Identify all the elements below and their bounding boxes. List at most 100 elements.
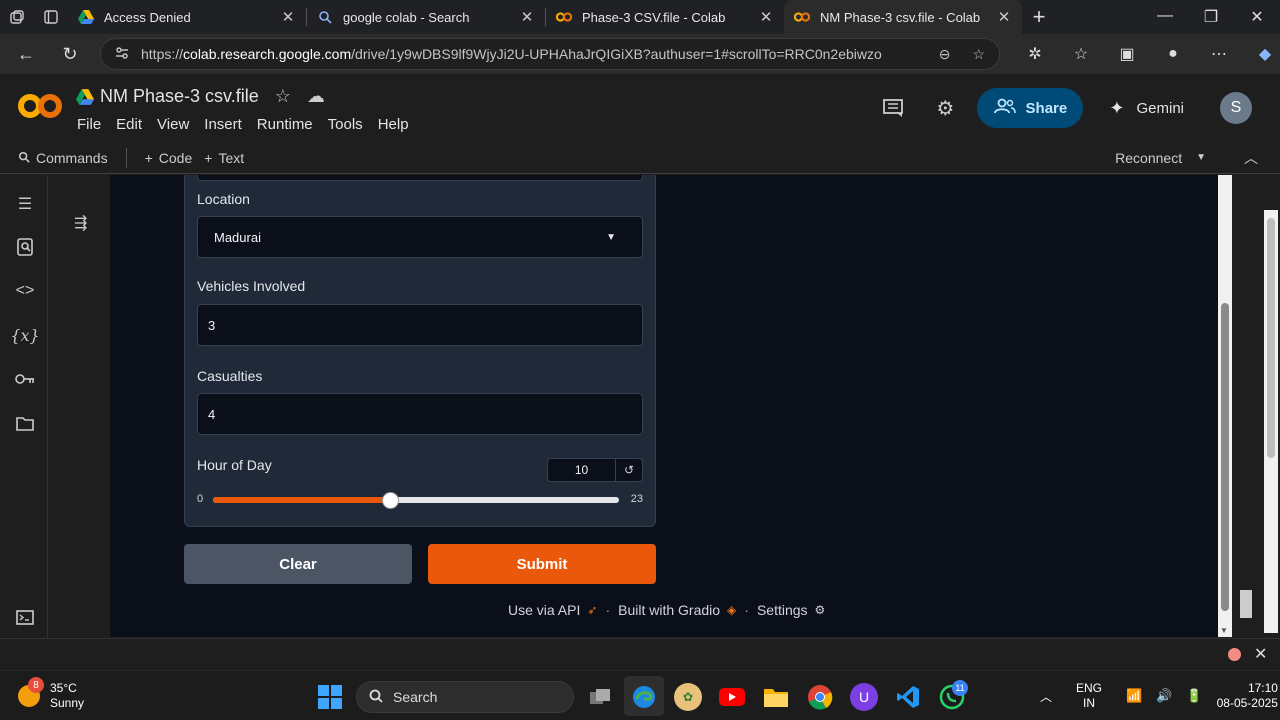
- scroll-down-arrow-icon[interactable]: ▼: [1220, 626, 1228, 635]
- more-menu-icon[interactable]: ⋯: [1196, 44, 1242, 64]
- settings-gear-icon[interactable]: ⚙: [925, 88, 965, 128]
- cloud-save-icon[interactable]: ☁: [307, 86, 325, 107]
- menu-file[interactable]: File: [77, 116, 101, 133]
- location-dropdown[interactable]: Madurai ▼: [197, 216, 643, 258]
- menu-insert[interactable]: Insert: [204, 116, 242, 133]
- use-via-api-link[interactable]: Use via API: [508, 602, 580, 618]
- task-view-icon[interactable]: [586, 683, 614, 711]
- browser-tab[interactable]: Access Denied ✕: [68, 0, 306, 34]
- workspaces-icon[interactable]: [0, 0, 34, 34]
- url-bar[interactable]: https://colab.research.google.com/drive/…: [100, 38, 1000, 70]
- share-label: Share: [1025, 99, 1068, 117]
- scrollbar-thumb[interactable]: [1221, 303, 1229, 611]
- close-window-icon[interactable]: ✕: [1234, 7, 1280, 27]
- add-text-button[interactable]: + Text: [204, 150, 244, 166]
- show-hidden-icons-chevron-icon[interactable]: ︿: [1040, 688, 1052, 705]
- comments-icon[interactable]: [873, 88, 913, 128]
- reload-button[interactable]: ↻: [52, 36, 88, 72]
- output-toggle-icon[interactable]: ⇶: [74, 213, 87, 233]
- browser-tab[interactable]: google colab - Search ✕: [307, 0, 545, 34]
- volume-icon[interactable]: 🔊: [1156, 688, 1172, 704]
- vehicles-input[interactable]: 3: [197, 304, 643, 346]
- close-tab-icon[interactable]: ✕: [758, 8, 774, 26]
- submit-button[interactable]: Submit: [428, 544, 656, 584]
- find-icon[interactable]: [14, 236, 36, 258]
- minimize-icon[interactable]: —: [1142, 7, 1188, 27]
- copilot-icon[interactable]: ◆: [1242, 44, 1280, 64]
- clear-button[interactable]: Clear: [184, 544, 412, 584]
- windows-start-icon[interactable]: [318, 685, 342, 709]
- restore-icon[interactable]: ❐: [1188, 7, 1234, 27]
- reset-icon[interactable]: ↺: [616, 459, 642, 481]
- vscode-icon[interactable]: [894, 683, 922, 711]
- scrollbar-thumb[interactable]: [1267, 218, 1275, 458]
- profile-icon[interactable]: ●: [1150, 45, 1196, 63]
- reader-mode-icon[interactable]: ⊖: [939, 46, 951, 63]
- tab-title: Access Denied: [104, 9, 191, 25]
- app-emblem-icon[interactable]: ✿: [674, 683, 702, 711]
- tab-actions-icon[interactable]: [34, 0, 68, 34]
- built-with-gradio-link[interactable]: Built with Gradio: [618, 602, 720, 618]
- browser-tab[interactable]: Phase-3 CSV.file - Colab ✕: [546, 0, 784, 34]
- language-indicator[interactable]: ENG IN: [1076, 681, 1102, 711]
- slider-handle[interactable]: [381, 492, 399, 509]
- chevron-up-icon[interactable]: ︿: [1244, 148, 1258, 168]
- folder-icon[interactable]: [14, 412, 36, 434]
- close-tab-icon[interactable]: ✕: [996, 8, 1012, 26]
- chrome-icon[interactable]: [806, 683, 834, 711]
- menu-view[interactable]: View: [157, 116, 189, 133]
- colab-logo[interactable]: [18, 89, 62, 123]
- youtube-icon[interactable]: [718, 683, 746, 711]
- browser-tab-active[interactable]: NM Phase-3 csv.file - Colab ✕: [784, 0, 1022, 34]
- add-code-button[interactable]: + Code: [145, 150, 193, 166]
- menu-edit[interactable]: Edit: [116, 116, 142, 133]
- search-icon: [369, 689, 383, 706]
- edge-browser-icon[interactable]: [630, 683, 658, 711]
- extensions-icon[interactable]: ✲: [1012, 44, 1058, 64]
- key-icon[interactable]: [14, 368, 36, 390]
- weather-widget[interactable]: 8 35°C Sunny: [18, 677, 84, 711]
- close-tab-icon[interactable]: ✕: [280, 8, 296, 26]
- star-icon[interactable]: ☆: [275, 86, 291, 107]
- battery-icon[interactable]: 🔋: [1186, 688, 1202, 704]
- code-snippets-icon[interactable]: <>: [14, 280, 36, 302]
- clock[interactable]: 17:10 08-05-2025: [1217, 681, 1278, 711]
- purple-app-icon[interactable]: U: [850, 683, 878, 711]
- menu-help[interactable]: Help: [378, 116, 409, 133]
- output-scrollbar[interactable]: ▼: [1218, 175, 1232, 637]
- commands-button[interactable]: Commands: [18, 150, 108, 166]
- share-button[interactable]: Share: [977, 88, 1084, 128]
- avatar[interactable]: S: [1220, 92, 1252, 124]
- gradio-logo-icon: ◈: [727, 603, 737, 617]
- menu-tools[interactable]: Tools: [328, 116, 363, 133]
- table-of-contents-icon[interactable]: ☰: [14, 193, 36, 215]
- site-info-icon[interactable]: [115, 46, 129, 63]
- settings-link[interactable]: Settings: [757, 602, 808, 618]
- favorite-star-icon[interactable]: ☆: [972, 46, 985, 63]
- wifi-icon[interactable]: 📶: [1126, 688, 1142, 704]
- terminal-icon[interactable]: [14, 606, 36, 628]
- taskbar-search[interactable]: Search: [356, 681, 574, 713]
- close-icon[interactable]: ✕: [1254, 644, 1267, 664]
- menu-runtime[interactable]: Runtime: [257, 116, 313, 133]
- slider-track[interactable]: [213, 492, 619, 509]
- hour-slider[interactable]: 0 23: [197, 492, 643, 509]
- chevron-down-icon[interactable]: ▼: [1196, 152, 1206, 163]
- variables-icon[interactable]: {x}: [10, 324, 39, 346]
- status-indicator-dot[interactable]: [1228, 648, 1241, 661]
- collections-icon[interactable]: ▣: [1104, 44, 1150, 64]
- reconnect-button[interactable]: Reconnect: [1115, 150, 1182, 166]
- close-tab-icon[interactable]: ✕: [519, 8, 535, 26]
- sun-icon: 8: [18, 677, 44, 707]
- notebook-name[interactable]: NM Phase-3 csv.file: [100, 86, 259, 107]
- file-explorer-icon[interactable]: [762, 683, 790, 711]
- new-tab-button[interactable]: +: [1022, 4, 1056, 30]
- casualties-input[interactable]: 4: [197, 393, 643, 435]
- hour-number-input[interactable]: 10 ↺: [547, 458, 643, 482]
- browser-tab-strip: Access Denied ✕ google colab - Search ✕ …: [0, 0, 1280, 34]
- location-label: Location: [197, 191, 250, 207]
- notebook-scrollbar[interactable]: [1264, 210, 1278, 633]
- back-button[interactable]: ←: [8, 36, 44, 72]
- favorites-icon[interactable]: ☆: [1058, 44, 1104, 64]
- gemini-button[interactable]: ✦ Gemini: [1109, 98, 1184, 119]
